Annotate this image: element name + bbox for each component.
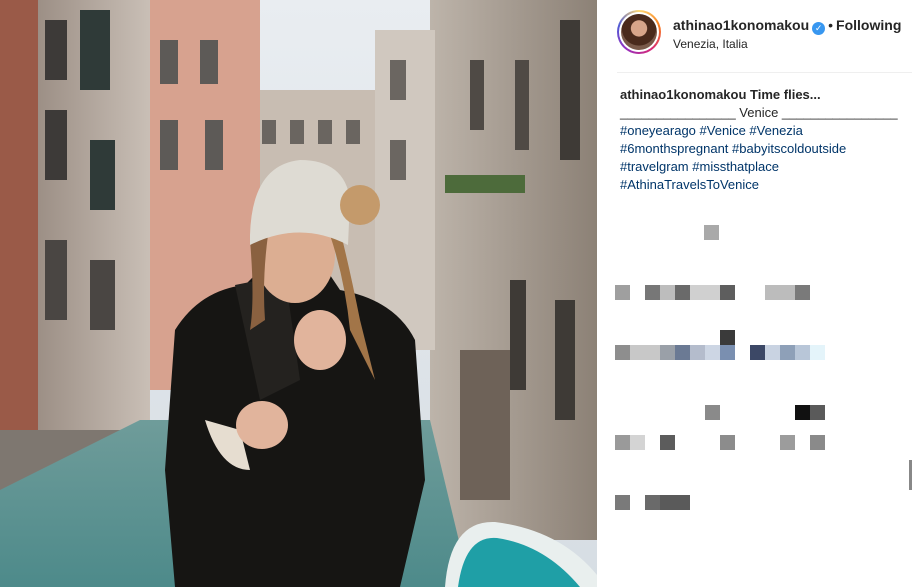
pixel-block bbox=[704, 225, 719, 240]
pixel-block bbox=[705, 345, 720, 360]
location-link[interactable]: Venezia, Italia bbox=[673, 37, 748, 51]
hashtag-link[interactable]: #travelgram bbox=[620, 159, 689, 174]
caption-username-link[interactable]: athinao1konomakou bbox=[620, 87, 746, 102]
pixel-block bbox=[660, 495, 690, 510]
pixel-block bbox=[690, 285, 720, 300]
pixel-block bbox=[630, 345, 660, 360]
username-link[interactable]: athinao1konomakou bbox=[673, 17, 809, 33]
pixel-block bbox=[810, 405, 825, 420]
header-divider bbox=[617, 72, 912, 73]
separator-dot: • bbox=[828, 17, 834, 33]
hashtag-line-1: #oneyearago #Venice #Venezia bbox=[620, 122, 905, 140]
user-line: athinao1konomakou ✓ • Following bbox=[673, 17, 901, 35]
caption-title: Time flies... bbox=[750, 87, 821, 102]
hashtag-link[interactable]: #AthinaTravelsToVenice bbox=[620, 177, 759, 192]
hashtag-line-2: #6monthspregnant #babyitscoldoutside bbox=[620, 140, 905, 158]
pixel-block bbox=[795, 285, 810, 300]
hashtag-link[interactable]: #Venice bbox=[700, 123, 746, 138]
hashtag-link[interactable]: #missthatplace bbox=[692, 159, 779, 174]
pixel-block bbox=[765, 345, 780, 360]
following-button[interactable]: Following bbox=[836, 17, 901, 33]
hashtag-link[interactable]: #babyitscoldoutside bbox=[732, 141, 846, 156]
hashtag-link[interactable]: #6monthspregnant bbox=[620, 141, 728, 156]
caption-line-2: ________________ Venice ________________ bbox=[620, 105, 898, 120]
post-side-panel: athinao1konomakou ✓ • Following Venezia, It… bbox=[597, 0, 912, 587]
pixel-block bbox=[780, 435, 795, 450]
pixel-block bbox=[810, 345, 825, 360]
pixel-block bbox=[615, 495, 630, 510]
verified-badge-icon: ✓ bbox=[812, 22, 826, 35]
hashtag-line-3: #travelgram #missthatplace bbox=[620, 158, 905, 176]
avatar[interactable] bbox=[617, 10, 661, 54]
pixel-block bbox=[615, 345, 630, 360]
post-header: athinao1konomakou ✓ • Following Venezia, It… bbox=[597, 0, 912, 72]
pixel-block bbox=[615, 285, 630, 300]
pixel-block bbox=[660, 345, 675, 360]
pixel-block bbox=[720, 330, 735, 345]
pixel-block bbox=[720, 285, 735, 300]
pixel-block bbox=[645, 495, 660, 510]
avatar-image bbox=[621, 14, 657, 50]
pixel-block bbox=[810, 435, 825, 450]
pixel-block bbox=[615, 435, 630, 450]
pixel-block bbox=[780, 345, 795, 360]
hashtag-link[interactable]: #oneyearago bbox=[620, 123, 696, 138]
caption-line-1: athinao1konomakou Time flies... bbox=[620, 86, 905, 104]
caption: athinao1konomakou Time flies... ________… bbox=[620, 86, 905, 194]
post-photo[interactable] bbox=[0, 0, 597, 587]
hashtag-link[interactable]: #Venezia bbox=[749, 123, 803, 138]
pixel-block bbox=[645, 285, 660, 300]
pixel-block bbox=[660, 285, 675, 300]
pixel-block bbox=[720, 435, 735, 450]
pixel-block bbox=[630, 435, 645, 450]
pixel-block bbox=[675, 345, 690, 360]
pixel-block bbox=[660, 435, 675, 450]
hashtag-line-4: #AthinaTravelsToVenice bbox=[620, 176, 905, 194]
pixel-block bbox=[765, 285, 795, 300]
venice-canal-photo bbox=[0, 0, 597, 587]
pixel-block bbox=[675, 285, 690, 300]
pixel-block bbox=[705, 405, 720, 420]
pixel-block bbox=[795, 405, 810, 420]
pixel-block bbox=[690, 345, 705, 360]
pixel-block bbox=[750, 345, 765, 360]
pixel-block bbox=[720, 345, 735, 360]
pixel-block bbox=[795, 345, 810, 360]
